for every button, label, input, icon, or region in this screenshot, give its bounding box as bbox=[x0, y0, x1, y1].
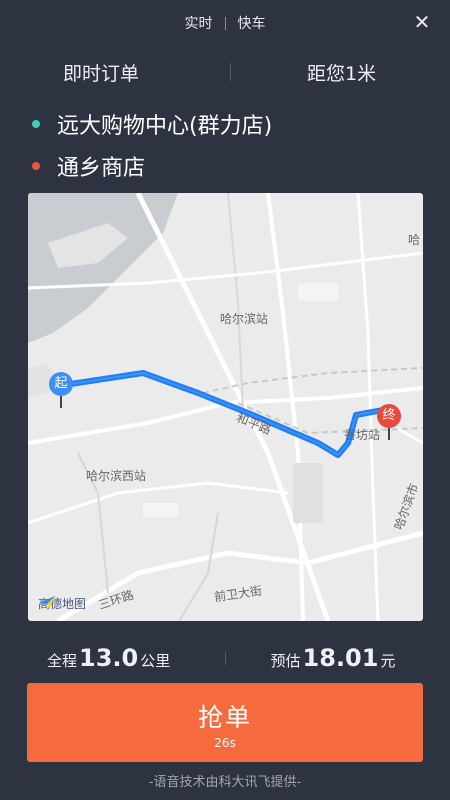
tab-express[interactable]: 快车 bbox=[238, 13, 266, 33]
start-address: 远大购物中心(群力店) bbox=[57, 114, 273, 139]
end-marker-icon: 终 bbox=[377, 404, 401, 428]
map-label-corner: 哈 bbox=[408, 233, 421, 247]
top-bar: 实时 快车 ✕ bbox=[0, 0, 450, 46]
end-address: 通乡商店 bbox=[57, 156, 146, 181]
grab-order-button[interactable]: 抢单 26s bbox=[27, 683, 423, 762]
start-marker-icon: 起 bbox=[49, 372, 73, 396]
trip-stats: 全程 13.0 公里 预估 18.01 元 bbox=[0, 636, 450, 680]
distance-value: 13.0 bbox=[79, 644, 139, 672]
start-dot-icon bbox=[32, 120, 40, 128]
start-pin-stem bbox=[60, 396, 62, 408]
grab-order-label: 抢单 bbox=[197, 703, 252, 732]
pickup-distance: 距您1米 bbox=[307, 62, 377, 85]
start-address-row: 远大购物中心(群力店) bbox=[0, 106, 450, 142]
map-canvas bbox=[28, 193, 423, 621]
close-icon[interactable]: ✕ bbox=[412, 12, 432, 32]
distance-unit: 公里 bbox=[140, 652, 171, 670]
end-address-row: 通乡商店 bbox=[0, 148, 450, 184]
map-label-xiangfang-station: 香坊站 bbox=[344, 428, 381, 442]
tab-divider bbox=[224, 16, 226, 30]
price-unit: 元 bbox=[380, 652, 396, 670]
voice-credit: -语音技术由科大讯飞提供- bbox=[148, 775, 302, 790]
price-value: 18.01 bbox=[302, 644, 379, 672]
trip-price: 预估 18.01 元 bbox=[226, 644, 450, 672]
order-type: 即时订单 bbox=[63, 62, 140, 85]
map-label-harbin-west-station: 哈尔滨西站 bbox=[86, 469, 147, 483]
trip-distance: 全程 13.0 公里 bbox=[0, 644, 225, 672]
amap-logo: 高德地图 bbox=[38, 595, 86, 612]
end-pin-stem bbox=[388, 428, 390, 440]
distance-prefix: 全程 bbox=[47, 652, 78, 670]
map-label-harbin-station: 哈尔滨站 bbox=[220, 312, 269, 326]
end-dot-icon bbox=[32, 162, 40, 170]
order-info-row: 即时订单 距您1米 bbox=[0, 52, 450, 92]
amap-logo-icon bbox=[39, 596, 55, 610]
route-map[interactable]: 哈尔滨站 哈尔滨西站 香坊站 和平路 三环路 前卫大街 哈尔滨市 哈 起 终 高… bbox=[28, 193, 423, 621]
tab-realtime[interactable]: 实时 bbox=[185, 13, 213, 33]
grab-countdown: 26s bbox=[214, 736, 236, 750]
price-prefix: 预估 bbox=[270, 652, 301, 670]
